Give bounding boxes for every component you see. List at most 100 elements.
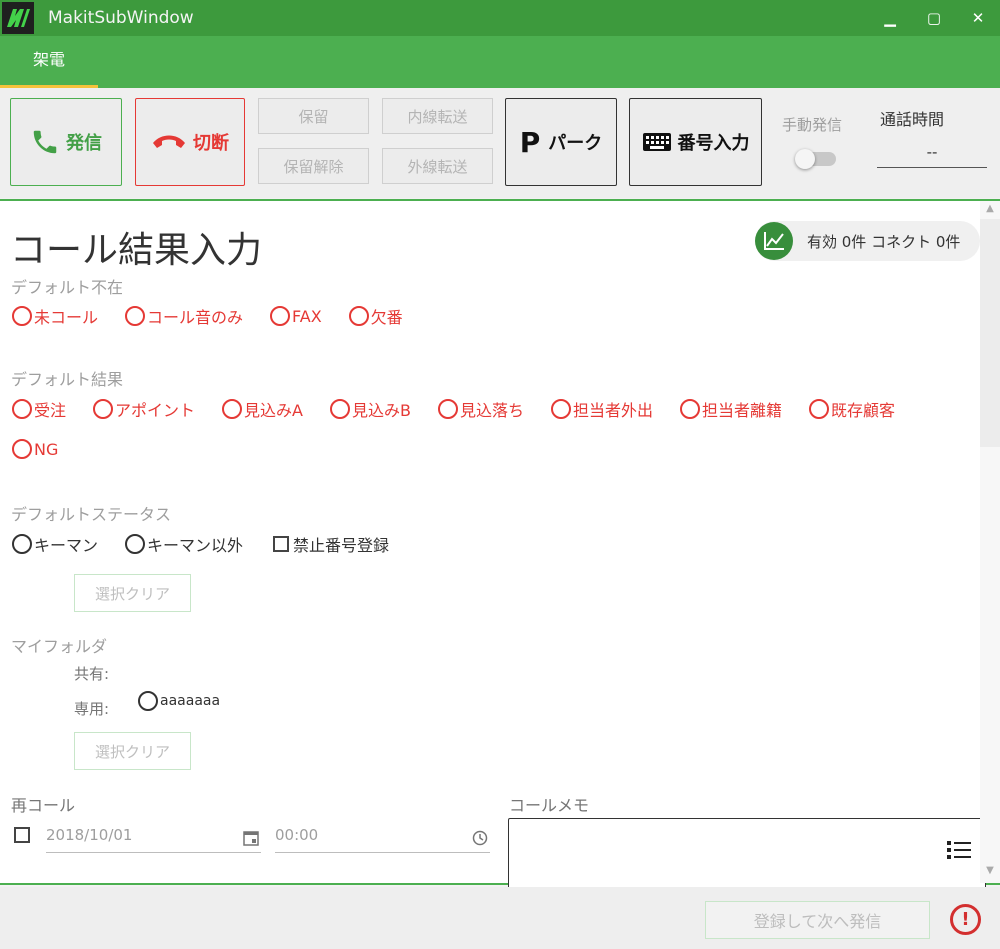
- radio-label: コール音のみ: [147, 308, 244, 327]
- radio-label: 未コール: [34, 308, 99, 327]
- radio-order[interactable]: 受注: [12, 397, 66, 421]
- radio-label: キーマン: [34, 536, 99, 555]
- content-scrollbar[interactable]: ▲ ▼: [980, 201, 1000, 883]
- radio-uncalled[interactable]: 未コール: [12, 304, 98, 328]
- private-label: 専用:: [74, 700, 110, 718]
- radio-circle: [125, 306, 146, 326]
- title-bar: MakitSubWindow ▁ ▢ ✕: [0, 0, 1000, 36]
- my-folder-label: マイフォルダ: [11, 637, 108, 656]
- hangup-icon: [153, 135, 185, 148]
- page-title: コール結果入力: [10, 230, 263, 271]
- chart-line-icon: [755, 222, 793, 260]
- radio-circle: [550, 399, 571, 419]
- radio-circle: [809, 399, 830, 419]
- close-button[interactable]: ✕: [956, 0, 1000, 36]
- default-status-label: デフォルトステータス: [11, 505, 172, 524]
- unhold-button[interactable]: 保留解除: [258, 148, 369, 184]
- manual-dial-toggle[interactable]: [795, 149, 836, 169]
- radio-circle: [12, 439, 32, 459]
- radio-prospect-lost[interactable]: 見込落ち: [437, 397, 524, 421]
- dial-button[interactable]: 発信: [10, 98, 122, 186]
- radio-prospect-b[interactable]: 見込みB: [329, 397, 411, 421]
- internal-transfer-button[interactable]: 内線転送: [382, 98, 493, 134]
- park-icon: P: [519, 125, 541, 159]
- dial-label: 発信: [66, 133, 102, 154]
- call-memo-label: コールメモ: [509, 796, 590, 815]
- radio-circle: [437, 399, 458, 419]
- radio-keyman[interactable]: キーマン: [12, 532, 98, 556]
- radio-circle: [222, 399, 243, 419]
- radio-contact-out[interactable]: 担当者外出: [550, 397, 653, 421]
- radio-circle: [12, 306, 32, 326]
- recall-label: 再コール: [11, 796, 76, 815]
- phone-icon: [33, 130, 57, 154]
- blocked-number-checkbox[interactable]: 禁止番号登録: [273, 532, 389, 556]
- radio-circle: [125, 534, 146, 554]
- radio-label: キーマン以外: [147, 536, 244, 555]
- scroll-thumb[interactable]: [980, 219, 1000, 447]
- recall-date-value: 2018/10/01: [46, 826, 133, 844]
- tab-call[interactable]: 架電: [0, 36, 98, 88]
- recall-checkbox[interactable]: [14, 827, 30, 843]
- checkbox-label: 禁止番号登録: [293, 536, 390, 555]
- radio-appointment[interactable]: アポイント: [93, 397, 195, 421]
- talk-time-value: --: [877, 140, 987, 168]
- radio-fax[interactable]: FAX: [270, 306, 322, 326]
- minimize-button[interactable]: ▁: [868, 0, 912, 36]
- radio-label: 担当者離籍: [702, 401, 783, 420]
- default-result-label: デフォルト結果: [11, 370, 124, 389]
- radio-missing-number[interactable]: 欠番: [348, 304, 403, 328]
- clock-icon: [472, 830, 488, 846]
- radio-folder-aaaaaaa[interactable]: aaaaaaa: [138, 691, 220, 711]
- radio-label: FAX: [292, 306, 322, 326]
- radio-circle: [348, 306, 369, 326]
- call-memo-input[interactable]: [508, 818, 986, 888]
- radio-label: 見込落ち: [459, 401, 524, 420]
- register-and-next-button[interactable]: 登録して次へ発信: [705, 901, 930, 939]
- scroll-down-icon[interactable]: ▼: [980, 865, 1000, 881]
- radio-ring-only[interactable]: コール音のみ: [125, 304, 243, 328]
- hangup-button[interactable]: 切断: [135, 98, 245, 186]
- folder-clear-button[interactable]: 選択クリア: [74, 732, 191, 770]
- keypad-button[interactable]: 番号入力: [629, 98, 762, 186]
- app-logo-icon: [2, 2, 34, 34]
- radio-non-keyman[interactable]: キーマン以外: [125, 532, 243, 556]
- park-button[interactable]: P パーク: [505, 98, 617, 186]
- window-title: MakitSubWindow: [48, 8, 194, 28]
- scroll-up-icon[interactable]: ▲: [980, 203, 1000, 219]
- hangup-label: 切断: [193, 133, 229, 154]
- checkbox-box: [273, 536, 290, 552]
- keypad-label: 番号入力: [677, 133, 750, 154]
- default-absent-label: デフォルト不在: [11, 278, 124, 297]
- hold-button[interactable]: 保留: [258, 98, 369, 134]
- external-transfer-button[interactable]: 外線転送: [382, 148, 493, 184]
- park-label: パーク: [548, 133, 603, 154]
- recall-time-input[interactable]: 00:00: [275, 823, 490, 853]
- talk-time-label: 通話時間: [880, 110, 945, 129]
- radio-label: 欠番: [370, 308, 403, 327]
- stats-text: 有効 0件 コネクト 0件: [807, 232, 961, 251]
- radio-prospect-a[interactable]: 見込みA: [222, 397, 303, 421]
- radio-circle: [12, 399, 32, 419]
- shared-label: 共有:: [74, 665, 110, 683]
- radio-label: アポイント: [115, 401, 196, 420]
- radio-circle: [12, 534, 32, 554]
- recall-time-value: 00:00: [275, 826, 319, 844]
- recall-date-input[interactable]: 2018/10/01: [46, 823, 261, 853]
- radio-label: aaaaaaa: [160, 693, 221, 709]
- alert-icon[interactable]: !: [950, 904, 981, 935]
- calendar-icon: [243, 831, 259, 846]
- radio-ng[interactable]: NG: [12, 439, 58, 459]
- maximize-button[interactable]: ▢: [912, 0, 956, 36]
- radio-label: 既存顧客: [831, 401, 896, 420]
- status-clear-button[interactable]: 選択クリア: [74, 574, 191, 612]
- list-icon: [947, 841, 971, 859]
- manual-dial-label: 手動発信: [782, 116, 843, 134]
- radio-contact-away[interactable]: 担当者離籍: [680, 397, 782, 421]
- call-toolbar: 発信 切断 保留 保留解除 内線転送 外線転送 P パーク 番号入力: [0, 88, 1000, 198]
- radio-circle: [93, 399, 114, 419]
- call-result-panel: コール結果入力 有効 0件 コネクト 0件 デフォルト不在 未コール コール音の…: [0, 199, 1000, 888]
- footer-bar: 登録して次へ発信 !: [0, 887, 1000, 949]
- radio-existing-customer[interactable]: 既存顧客: [809, 397, 895, 421]
- radio-label: 見込みB: [351, 401, 411, 420]
